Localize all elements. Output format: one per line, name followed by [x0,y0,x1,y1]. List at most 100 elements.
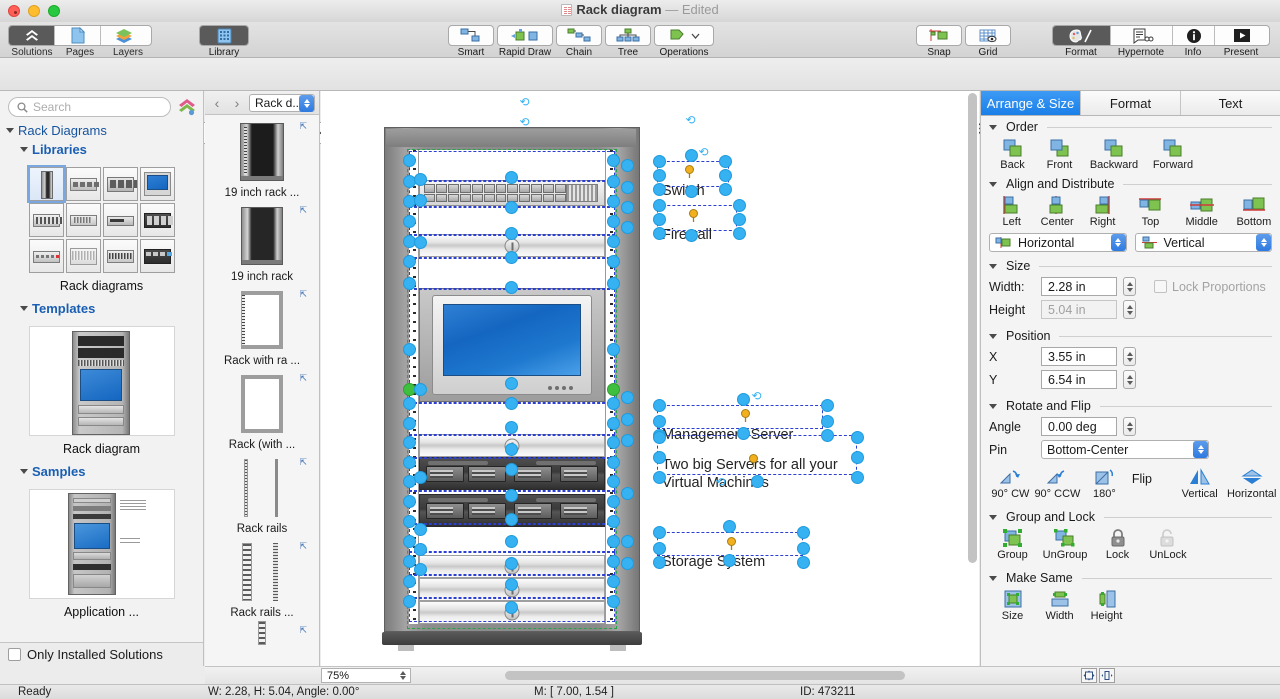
callout-handle[interactable] [751,475,764,488]
resize-handle[interactable] [505,421,518,434]
flip-horizontal-button[interactable]: Horizontal [1223,467,1280,500]
callout-handle[interactable] [653,415,666,428]
lock-proportions-row[interactable]: Lock Proportions [1154,280,1266,294]
resize-handle[interactable] [607,175,620,188]
same-width-button[interactable]: Width [1036,589,1083,622]
rotate-handle[interactable]: ⟲ [751,391,762,402]
library-selector-stepper[interactable] [299,95,314,112]
resize-handle[interactable] [607,343,620,356]
send-backward-button[interactable]: Backward [1083,138,1145,171]
distribute-horizontal-select[interactable]: Horizontal [989,233,1127,252]
pin-select[interactable]: Bottom-Center [1041,440,1209,459]
callout-handle[interactable] [719,169,732,182]
expand-corner-icon[interactable]: ⇱ [299,625,307,636]
rotate-ccw-button[interactable]: 90° CCW [1032,467,1083,500]
unlock-button[interactable]: UnLock [1141,528,1195,561]
resize-handle[interactable] [403,215,416,228]
canvas-horizontal-scrollbar[interactable] [423,671,1071,680]
resize-handle[interactable] [621,201,634,214]
expand-corner-icon[interactable]: ⇱ [299,373,307,384]
align-center-button[interactable]: Center [1034,195,1079,228]
resize-handle[interactable] [505,251,518,264]
disclosure-triangle-icon[interactable] [989,334,997,339]
library-thumb[interactable] [140,203,175,237]
library-button[interactable] [200,26,248,45]
align-bottom-button[interactable]: Bottom [1228,195,1280,228]
inspector-segment[interactable] [1052,25,1270,46]
resize-handle[interactable] [621,535,634,548]
rotate-handle[interactable]: ⟲ [519,97,530,108]
lock-proportions-checkbox[interactable] [1154,280,1167,293]
scrollbar-thumb[interactable] [968,93,977,563]
resize-handle[interactable] [414,194,427,207]
only-installed-checkbox[interactable] [8,648,21,661]
resize-handle[interactable] [607,436,620,449]
template-preview[interactable] [29,326,175,436]
resize-handle[interactable] [403,277,416,290]
resize-handle[interactable] [607,495,620,508]
smart-button[interactable]: Smart [448,25,494,58]
scrollbar-thumb[interactable] [505,671,905,680]
hypernote-button[interactable] [1111,26,1173,45]
resize-handle[interactable] [505,601,518,614]
callout-handle[interactable] [653,542,666,555]
library-thumb[interactable] [66,203,101,237]
resize-handle[interactable] [505,201,518,214]
operations-button[interactable]: Operations [654,25,714,58]
callout-handle[interactable] [797,542,810,555]
tab-arrange-and-size[interactable]: Arrange & Size [981,91,1081,115]
format-button[interactable] [1053,26,1111,45]
height-stepper[interactable] [1123,300,1136,319]
y-stepper[interactable] [1123,370,1136,389]
resize-handle[interactable] [607,515,620,528]
library-thumb[interactable] [66,239,101,273]
resize-handle[interactable] [505,578,518,591]
resize-handle[interactable] [607,475,620,488]
resize-handle[interactable] [505,281,518,294]
resize-handle[interactable] [607,154,620,167]
resize-handle[interactable] [607,215,620,228]
angle-stepper[interactable] [1123,417,1136,436]
lock-button[interactable]: Lock [1094,528,1141,561]
resize-handle[interactable] [403,575,416,588]
callout-handle[interactable] [851,451,864,464]
expand-corner-icon[interactable]: ⇱ [299,541,307,552]
callout-handle[interactable] [821,399,834,412]
resize-handle[interactable] [607,595,620,608]
resize-handle[interactable] [403,595,416,608]
resize-handle[interactable] [607,417,620,430]
resize-handle[interactable] [607,195,620,208]
group-lock-buttons[interactable]: Group UnGroup Lock UnLock [981,526,1280,563]
library-selector[interactable]: Rack d... [249,94,315,112]
resize-handle[interactable] [607,535,620,548]
disclosure-triangle-icon[interactable] [989,182,997,187]
sidebar-root-rack-diagrams[interactable]: Rack Diagrams [0,121,203,140]
resize-handle[interactable] [403,495,416,508]
x-input[interactable]: 3.55 in [1041,347,1117,366]
callout-handle[interactable] [653,155,666,168]
shape-item[interactable]: ⇱ Rack (with ... [205,367,319,451]
align-left-button[interactable]: Left [989,195,1034,228]
callout-handle[interactable] [653,399,666,412]
callout-handle[interactable] [719,155,732,168]
callout-handle[interactable] [851,471,864,484]
resize-handle[interactable] [505,227,518,240]
resize-handle[interactable] [505,443,518,456]
callout-handle[interactable] [653,451,666,464]
resize-handle[interactable] [621,159,634,172]
disclosure-triangle-icon[interactable] [6,128,14,133]
callout-handle[interactable] [723,520,736,533]
make-same-buttons[interactable]: Size Width Height [981,587,1280,624]
callout-handle[interactable] [653,213,666,226]
x-stepper[interactable] [1123,347,1136,366]
group-handle[interactable] [607,383,620,396]
rotate-handle[interactable]: ⟲ [698,147,709,158]
disclosure-triangle-icon[interactable] [989,125,997,130]
resize-handle[interactable] [621,221,634,234]
expand-corner-icon[interactable]: ⇱ [299,457,307,468]
only-installed-solutions-row[interactable]: Only Installed Solutions [0,642,204,666]
resize-handle[interactable] [414,563,427,576]
resize-handle[interactable] [403,255,416,268]
resize-handle[interactable] [403,456,416,469]
pages-button[interactable] [55,26,101,45]
